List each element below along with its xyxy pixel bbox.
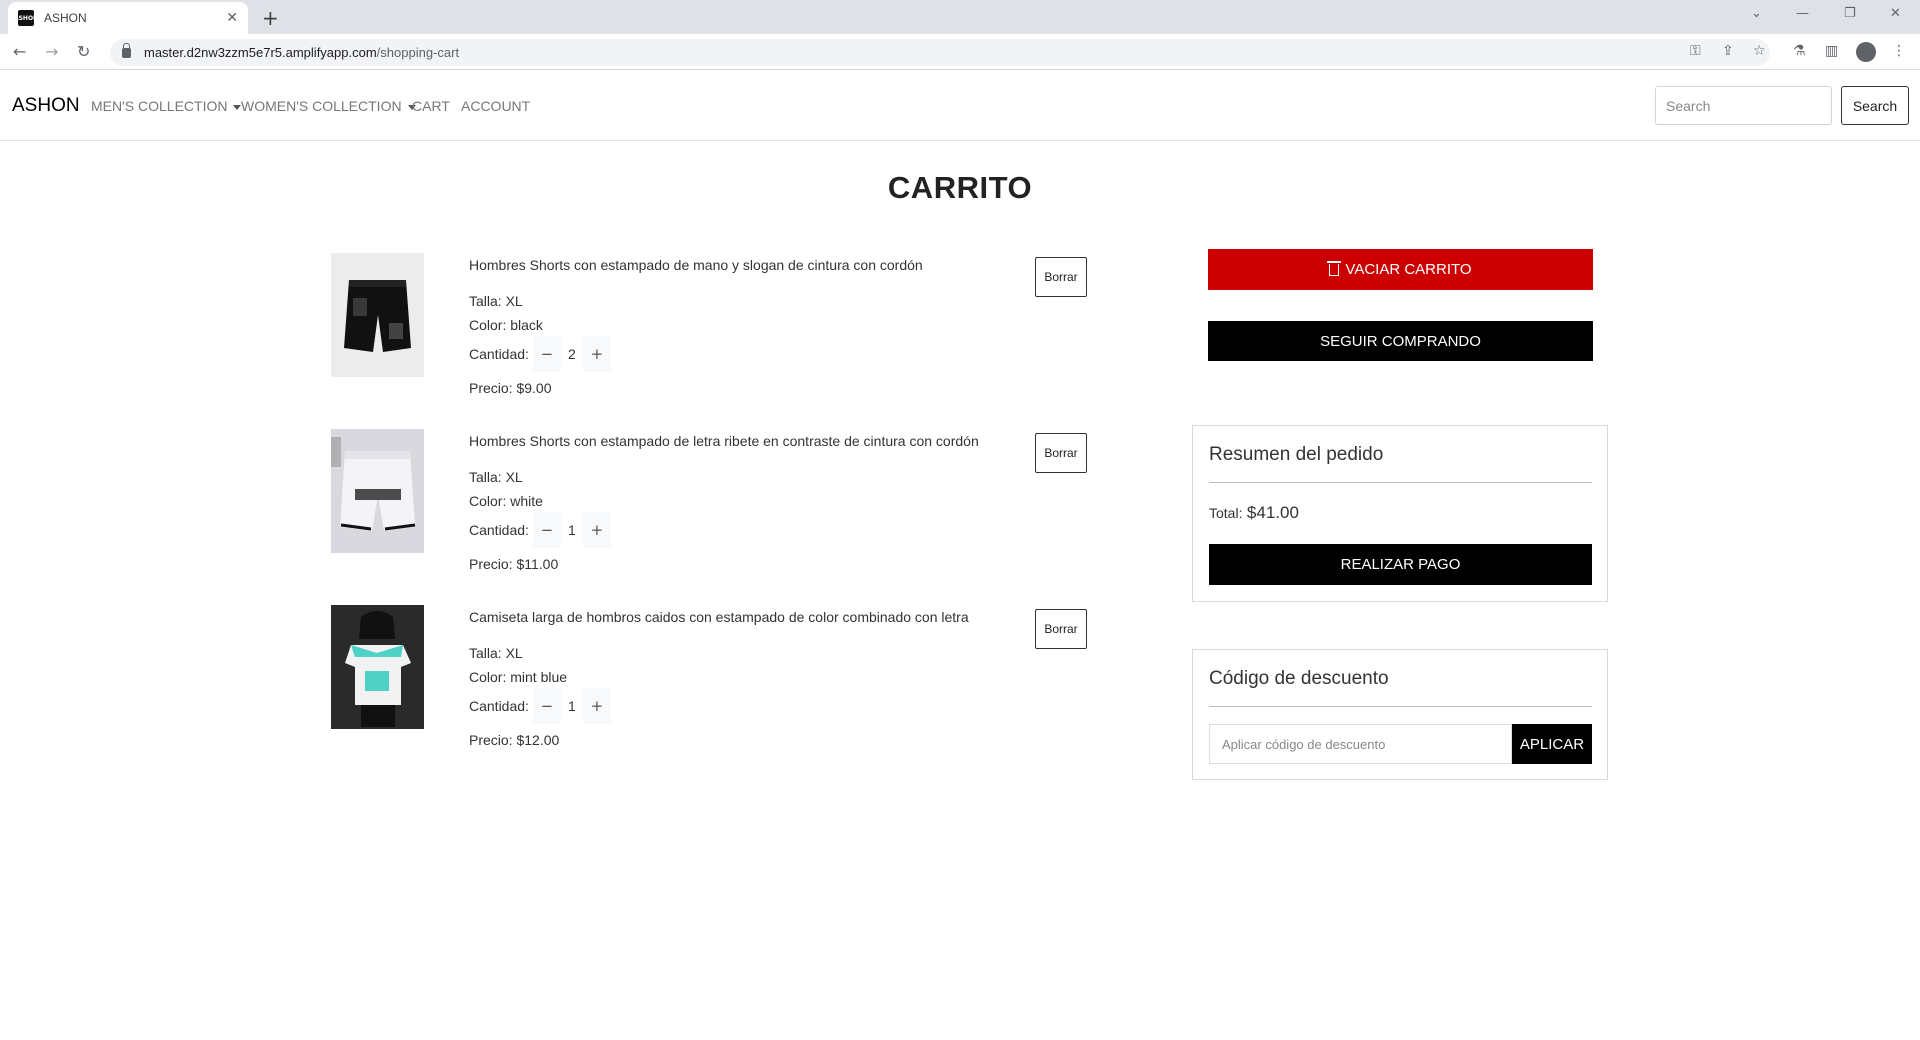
quantity-value: 2	[568, 346, 576, 362]
item-color: Color: black	[469, 317, 543, 333]
order-total: Total: $41.00	[1209, 503, 1299, 523]
total-value: $41.00	[1246, 503, 1299, 522]
empty-cart-button[interactable]: VACIAR CARRITO	[1208, 249, 1593, 290]
extensions-icon[interactable]: ⚗	[1793, 43, 1806, 59]
divider	[1209, 706, 1592, 707]
cart-item: Hombres Shorts con estampado de mano y s…	[331, 253, 1087, 403]
menu-dots-icon[interactable]: ⋮	[1892, 43, 1906, 59]
nav-womens-collection[interactable]: WOMEN'S COLLECTION	[241, 98, 416, 114]
restore-icon[interactable]: ❐	[1844, 6, 1856, 21]
quantity-label: Cantidad:	[469, 522, 529, 538]
item-size: Talla: XL	[469, 293, 523, 309]
item-color: Color: mint blue	[469, 669, 568, 685]
decrease-quantity-icon[interactable]: −	[532, 512, 561, 548]
nav-account[interactable]: ACCOUNT	[461, 98, 530, 114]
product-image[interactable]	[331, 429, 424, 553]
share-icon[interactable]: ⇪	[1722, 43, 1734, 59]
tab-search-icon[interactable]: ⌄	[1751, 6, 1762, 21]
nav-mens-collection[interactable]: MEN'S COLLECTION	[91, 98, 242, 114]
cart-item: Camiseta larga de hombros caidos con est…	[331, 605, 1087, 755]
search-input[interactable]	[1655, 86, 1832, 125]
delete-item-button[interactable]: Borrar	[1035, 609, 1087, 649]
item-price: Precio: $9.00	[469, 380, 552, 396]
trash-icon	[1327, 260, 1342, 276]
side-panel-icon[interactable]: ▥	[1825, 43, 1838, 59]
quantity-stepper: Cantidad: − 1 +	[469, 688, 615, 724]
lock-icon[interactable]	[122, 42, 131, 58]
divider	[1209, 482, 1592, 483]
continue-shopping-button[interactable]: SEGUIR COMPRANDO	[1208, 321, 1593, 361]
delete-item-button[interactable]: Borrar	[1035, 433, 1087, 473]
apply-discount-button[interactable]: APLICAR	[1512, 724, 1592, 764]
quantity-label: Cantidad:	[469, 698, 529, 714]
site-navbar: ASHON MEN'S COLLECTION WOMEN'S COLLECTIO…	[0, 71, 1920, 141]
forward-icon[interactable]: →	[45, 42, 58, 61]
address-toolbar: ← → ↻ master.d2nw3zzm5e7r5.amplifyapp.co…	[0, 34, 1920, 70]
product-image[interactable]	[331, 253, 424, 377]
back-icon[interactable]: ←	[13, 42, 26, 61]
order-summary-card: Resumen del pedido Total: $41.00 REALIZA…	[1192, 425, 1608, 602]
increase-quantity-icon[interactable]: +	[582, 688, 611, 724]
item-name[interactable]: Camiseta larga de hombros caidos con est…	[469, 609, 969, 625]
search-button[interactable]: Search	[1841, 86, 1909, 125]
total-label: Total:	[1209, 505, 1243, 521]
quantity-label: Cantidad:	[469, 346, 529, 362]
order-summary-title: Resumen del pedido	[1209, 444, 1384, 465]
quantity-value: 1	[568, 522, 576, 538]
increase-quantity-icon[interactable]: +	[582, 512, 611, 548]
increase-quantity-icon[interactable]: +	[582, 336, 611, 372]
brand-logo[interactable]: ASHON	[12, 95, 80, 117]
new-tab-icon[interactable]: +	[262, 6, 279, 30]
decrease-quantity-icon[interactable]: −	[532, 688, 561, 724]
item-size: Talla: XL	[469, 645, 523, 661]
bookmark-star-icon[interactable]: ☆	[1753, 43, 1766, 59]
discount-title: Código de descuento	[1209, 668, 1389, 689]
delete-item-button[interactable]: Borrar	[1035, 257, 1087, 297]
item-color: Color: white	[469, 493, 543, 509]
browser-tab[interactable]: ASHON ASHON ✕	[8, 2, 248, 34]
reload-icon[interactable]: ↻	[77, 42, 90, 61]
nav-cart[interactable]: CART	[412, 98, 450, 114]
tab-title: ASHON	[44, 11, 87, 25]
decrease-quantity-icon[interactable]: −	[532, 336, 561, 372]
checkout-button[interactable]: REALIZAR PAGO	[1209, 544, 1592, 585]
discount-code-input[interactable]	[1209, 724, 1512, 764]
site-favicon-icon: ASHON	[14, 10, 38, 26]
item-size: Talla: XL	[469, 469, 523, 485]
profile-avatar-icon[interactable]	[1856, 42, 1876, 62]
quantity-stepper: Cantidad: − 2 +	[469, 336, 615, 372]
quantity-stepper: Cantidad: − 1 +	[469, 512, 615, 548]
item-price: Precio: $12.00	[469, 732, 560, 748]
close-window-icon[interactable]: ✕	[1890, 6, 1901, 21]
browser-tab-strip: ASHON ASHON ✕ + ⌄ — ❐ ✕	[0, 0, 1920, 34]
product-image[interactable]	[331, 605, 424, 729]
discount-code-card: Código de descuento APLICAR	[1192, 649, 1608, 780]
item-name[interactable]: Hombres Shorts con estampado de mano y s…	[469, 257, 923, 273]
url-host: master.d2nw3zzm5e7r5.amplifyapp.com	[144, 45, 377, 60]
minimize-icon[interactable]: —	[1796, 6, 1809, 21]
password-key-icon[interactable]: ⚿	[1690, 43, 1701, 59]
quantity-value: 1	[568, 698, 576, 714]
close-tab-icon[interactable]: ✕	[226, 10, 238, 26]
page-title: CARRITO	[887, 170, 1033, 205]
cart-item: Hombres Shorts con estampado de letra ri…	[331, 429, 1087, 579]
item-price: Precio: $11.00	[469, 556, 559, 572]
url-path: /shopping-cart	[376, 45, 460, 60]
item-name[interactable]: Hombres Shorts con estampado de letra ri…	[469, 433, 979, 449]
address-bar[interactable]: master.d2nw3zzm5e7r5.amplifyapp.com/shop…	[110, 39, 1770, 66]
